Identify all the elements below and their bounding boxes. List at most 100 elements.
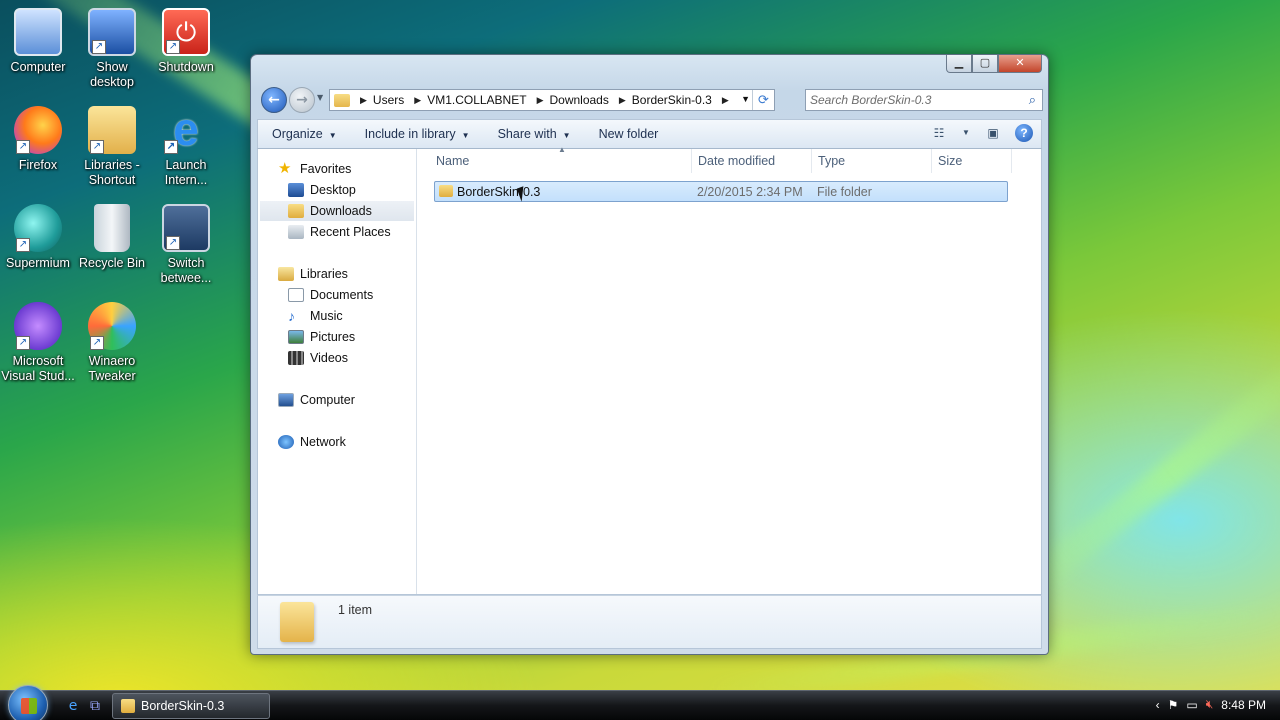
forward-button[interactable]: → bbox=[289, 87, 315, 113]
nav-network[interactable]: Network bbox=[278, 432, 346, 452]
chevron-right-icon[interactable]: ▶ bbox=[722, 95, 729, 106]
explorer-window[interactable]: ▁ ▢ ✕ ← → ▼ ▶ Users ▶ VM1.COLLABNET ▶ Do… bbox=[250, 54, 1049, 655]
nav-desktop[interactable]: Desktop bbox=[288, 180, 356, 200]
chevron-down-icon[interactable]: ▼ bbox=[961, 124, 971, 142]
folder-icon bbox=[121, 699, 135, 713]
desktop-icon-recycle-bin[interactable]: Recycle Bin bbox=[74, 204, 150, 271]
desktop-icon-label: Recycle Bin bbox=[79, 256, 145, 270]
desktop-icon-libraries[interactable]: ↗ Libraries - Shortcut bbox=[74, 106, 150, 188]
breadcrumb-user[interactable]: VM1.COLLABNET bbox=[427, 93, 526, 107]
search-input[interactable]: Search BorderSkin-0.3 ⌕ bbox=[805, 89, 1043, 111]
switch-windows-icon[interactable]: ⧉ bbox=[86, 697, 104, 715]
item-count: 1 item bbox=[338, 603, 373, 617]
column-label: Size bbox=[938, 154, 963, 168]
nav-music[interactable]: ♪ Music bbox=[288, 306, 343, 326]
minimize-button[interactable]: ▁ bbox=[946, 55, 972, 73]
taskbar-button-label: BorderSkin-0.3 bbox=[141, 699, 225, 713]
organize-label: Organize bbox=[272, 127, 323, 141]
content-area: ★ Favorites Desktop Downloads Recent Pla… bbox=[257, 145, 1042, 595]
recent-pages-dropdown[interactable]: ▼ bbox=[317, 93, 323, 102]
nav-computer[interactable]: Computer bbox=[278, 390, 355, 410]
breadcrumb-borderskin[interactable]: BorderSkin-0.3 bbox=[632, 93, 712, 107]
new-folder-label: New folder bbox=[598, 127, 659, 141]
chevron-down-icon[interactable]: ▼ bbox=[741, 94, 750, 104]
breadcrumb-users[interactable]: Users bbox=[373, 93, 404, 107]
action-center-icon[interactable]: ⚑ bbox=[1168, 698, 1179, 712]
videos-icon bbox=[288, 351, 304, 365]
folder-icon bbox=[334, 93, 350, 107]
share-with-button[interactable]: Share with ▼ bbox=[484, 127, 585, 141]
column-header-size[interactable]: Size bbox=[932, 149, 1012, 173]
chevron-right-icon[interactable]: ▶ bbox=[414, 95, 421, 106]
nav-downloads[interactable]: Downloads bbox=[260, 201, 414, 221]
column-label: Type bbox=[818, 154, 846, 168]
search-placeholder: Search BorderSkin-0.3 bbox=[810, 93, 932, 107]
winaero-tweaker-icon: ↗ bbox=[88, 302, 136, 350]
folder-icon bbox=[280, 602, 314, 642]
firefox-icon: ↗ bbox=[14, 106, 62, 154]
folder-icon bbox=[439, 185, 453, 197]
desktop-icon-visual-studio[interactable]: ↗ Microsoft Visual Stud... bbox=[0, 302, 76, 384]
nav-favorites[interactable]: ★ Favorites bbox=[278, 159, 351, 179]
include-in-library-button[interactable]: Include in library ▼ bbox=[351, 127, 484, 141]
chevron-right-icon[interactable]: ▶ bbox=[619, 95, 626, 106]
volume-muted-icon[interactable]: 🔇︎ bbox=[1206, 697, 1214, 712]
desktop-icon-computer[interactable]: Computer bbox=[0, 8, 76, 75]
column-label: Name bbox=[436, 154, 470, 168]
start-button[interactable] bbox=[8, 685, 48, 720]
pictures-icon bbox=[288, 330, 304, 344]
breadcrumb-downloads[interactable]: Downloads bbox=[549, 93, 608, 107]
column-header-date[interactable]: Date modified bbox=[692, 149, 812, 173]
nav-videos[interactable]: Videos bbox=[288, 348, 348, 368]
network-icon[interactable]: ▭ bbox=[1186, 698, 1197, 712]
downloads-folder-icon bbox=[288, 204, 304, 218]
desktop-icon-winaero-tweaker[interactable]: ↗ Winaero Tweaker bbox=[74, 302, 150, 384]
desktop-icon-label: Firefox bbox=[18, 158, 58, 172]
internet-explorer-icon[interactable]: e bbox=[64, 697, 82, 715]
desktop-icon-switch-windows[interactable]: ↗ Switch betwee... bbox=[148, 204, 224, 286]
desktop-icon-internet-explorer[interactable]: e ↗ Launch Intern... bbox=[148, 106, 224, 188]
new-folder-button[interactable]: New folder bbox=[585, 127, 673, 141]
view-options-icon[interactable]: ☷ bbox=[929, 124, 949, 142]
help-icon[interactable]: ? bbox=[1015, 124, 1033, 142]
back-button[interactable]: ← bbox=[261, 87, 287, 113]
internet-explorer-icon: e ↗ bbox=[162, 106, 210, 154]
clock[interactable]: 8:48 PM bbox=[1221, 698, 1266, 712]
windows-logo-icon bbox=[21, 698, 37, 714]
desktop-icon-show-desktop[interactable]: ↗ Show desktop bbox=[74, 8, 150, 90]
nav-label: Recent Places bbox=[310, 225, 391, 239]
taskbar-button-explorer[interactable]: BorderSkin-0.3 bbox=[112, 693, 270, 719]
computer-icon bbox=[14, 8, 62, 56]
wallpaper-streak bbox=[1011, 346, 1280, 604]
refresh-icon[interactable]: ⟳ bbox=[752, 90, 774, 110]
column-header-type[interactable]: Type bbox=[812, 149, 932, 173]
preview-pane-icon[interactable]: ▣ bbox=[983, 124, 1003, 142]
desktop-icon-firefox[interactable]: ↗ Firefox bbox=[0, 106, 76, 173]
nav-recent-places[interactable]: Recent Places bbox=[288, 222, 391, 242]
desktop-icon-supermium[interactable]: ↗ Supermium bbox=[0, 204, 76, 271]
nav-documents[interactable]: Documents bbox=[288, 285, 373, 305]
address-bar-row: ← → ▼ ▶ Users ▶ VM1.COLLABNET ▶ Download… bbox=[259, 85, 1043, 115]
chevron-right-icon[interactable]: ▶ bbox=[537, 95, 544, 106]
column-label: Date modified bbox=[698, 154, 776, 168]
breadcrumb[interactable]: ▶ Users ▶ VM1.COLLABNET ▶ Downloads ▶ Bo… bbox=[329, 89, 775, 111]
maximize-button[interactable]: ▢ bbox=[972, 55, 998, 73]
desktop-icon-shutdown[interactable]: ⏻ ↗ Shutdown bbox=[148, 8, 224, 75]
desktop-icon-label: Shutdown bbox=[158, 60, 214, 74]
organize-button[interactable]: Organize ▼ bbox=[258, 127, 351, 141]
search-icon[interactable]: ⌕ bbox=[1029, 92, 1036, 108]
music-icon: ♪ bbox=[288, 308, 295, 324]
table-row[interactable]: BorderSkin-0.3 2/20/2015 2:34 PM File fo… bbox=[434, 181, 1008, 202]
column-header-name[interactable]: Name bbox=[418, 149, 692, 173]
sort-ascending-icon: ▲ bbox=[558, 145, 566, 154]
nav-label: Videos bbox=[310, 351, 348, 365]
nav-label: Documents bbox=[310, 288, 374, 302]
switch-windows-icon: ↗ bbox=[162, 204, 210, 252]
chevron-left-icon[interactable]: ‹ bbox=[1156, 698, 1160, 712]
system-tray: ‹ ⚑ ▭ 🔇︎ 8:48 PM bbox=[1156, 697, 1266, 712]
nav-libraries[interactable]: Libraries bbox=[278, 264, 348, 284]
chevron-right-icon[interactable]: ▶ bbox=[360, 95, 367, 106]
recycle-bin-icon bbox=[94, 204, 130, 252]
close-button[interactable]: ✕ bbox=[998, 55, 1042, 73]
nav-pictures[interactable]: Pictures bbox=[288, 327, 355, 347]
